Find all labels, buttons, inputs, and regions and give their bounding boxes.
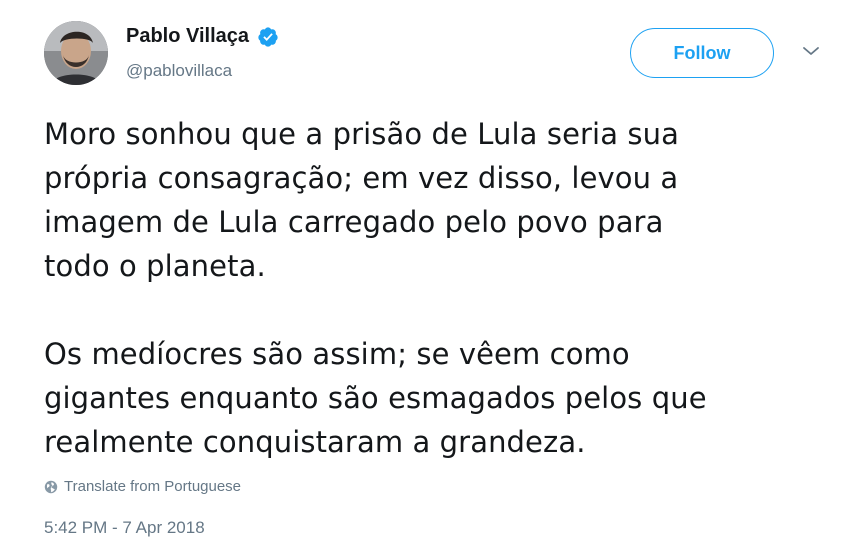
tweet-text-line: Moro sonhou que a prisão de Lula seria s…	[44, 117, 679, 151]
follow-button[interactable]: Follow	[630, 28, 774, 78]
tweet-text-line: gigantes enquanto são esmagados pelos qu…	[44, 381, 707, 415]
tweet-text-line: Os medíocres são assim; se vêem como	[44, 337, 630, 371]
tweet-text-line: imagem de Lula carregado pelo povo para	[44, 205, 664, 239]
translate-link[interactable]: Translate from Portuguese	[44, 478, 241, 495]
tweet-text-line: todo o planeta.	[44, 249, 266, 283]
tweet-text-line: própria consagração; em vez disso, levou…	[44, 161, 679, 195]
tweet-text-line: realmente conquistaram a grandeza.	[44, 425, 586, 459]
avatar[interactable]	[44, 21, 108, 85]
author-display-name[interactable]: Pablo Villaça	[126, 25, 249, 48]
translate-label[interactable]: Translate from Portuguese	[64, 478, 241, 495]
author-name-row: Pablo Villaça	[126, 25, 279, 48]
author-handle[interactable]: @pablovillaca	[126, 61, 232, 81]
globe-icon	[44, 480, 58, 494]
chevron-down-icon[interactable]	[800, 44, 822, 58]
tweet-card: Pablo Villaça @pablovillaca Follow Moro …	[0, 0, 863, 553]
tweet-timestamp[interactable]: 5:42 PM - 7 Apr 2018	[44, 518, 205, 538]
verified-badge-icon	[257, 26, 279, 48]
tweet-text: Moro sonhou que a prisão de Lula seria s…	[44, 112, 834, 464]
